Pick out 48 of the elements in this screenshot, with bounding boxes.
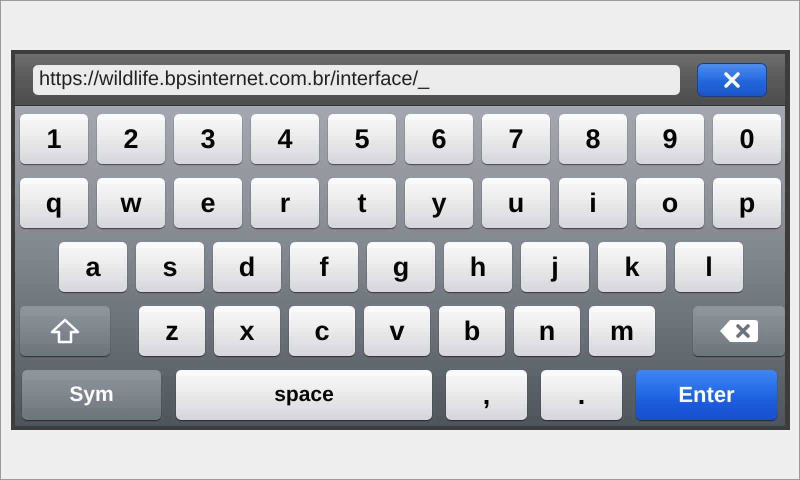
- key[interactable]: t: [328, 178, 396, 228]
- key[interactable]: j: [521, 242, 589, 292]
- key[interactable]: z: [139, 306, 205, 356]
- key[interactable]: 7: [482, 114, 550, 164]
- shift-icon: [50, 318, 80, 344]
- key[interactable]: y: [405, 178, 473, 228]
- key[interactable]: c: [289, 306, 355, 356]
- close-button[interactable]: [697, 62, 767, 96]
- key[interactable]: 1: [20, 114, 88, 164]
- key[interactable]: 6: [405, 114, 473, 164]
- key[interactable]: w: [97, 178, 165, 228]
- key[interactable]: h: [444, 242, 512, 292]
- key[interactable]: 5: [328, 114, 396, 164]
- key[interactable]: a: [59, 242, 127, 292]
- key[interactable]: b: [439, 306, 505, 356]
- key[interactable]: e: [174, 178, 242, 228]
- key[interactable]: 8: [559, 114, 627, 164]
- key[interactable]: g: [367, 242, 435, 292]
- key[interactable]: s: [136, 242, 204, 292]
- enter-key[interactable]: Enter: [636, 370, 777, 420]
- shift-key[interactable]: [20, 306, 110, 356]
- key[interactable]: r: [251, 178, 319, 228]
- key[interactable]: q: [20, 178, 88, 228]
- key[interactable]: 3: [174, 114, 242, 164]
- key[interactable]: p: [713, 178, 781, 228]
- backspace-icon: [719, 319, 759, 343]
- key[interactable]: 4: [251, 114, 319, 164]
- key[interactable]: f: [290, 242, 358, 292]
- key[interactable]: l: [675, 242, 743, 292]
- key[interactable]: x: [214, 306, 280, 356]
- key[interactable]: v: [364, 306, 430, 356]
- backspace-key[interactable]: [693, 306, 785, 356]
- key[interactable]: ,: [446, 370, 527, 420]
- key[interactable]: 2: [97, 114, 165, 164]
- key[interactable]: o: [636, 178, 704, 228]
- key[interactable]: n: [514, 306, 580, 356]
- key[interactable]: d: [213, 242, 281, 292]
- key[interactable]: i: [559, 178, 627, 228]
- key[interactable]: .: [541, 370, 622, 420]
- sym-key[interactable]: Sym: [22, 370, 161, 420]
- space-key[interactable]: space: [176, 370, 432, 420]
- close-icon: [723, 70, 741, 88]
- key[interactable]: u: [482, 178, 550, 228]
- key[interactable]: 0: [713, 114, 781, 164]
- key[interactable]: 9: [636, 114, 704, 164]
- url-field[interactable]: https://wildlife.bpsinternet.com.br/interface/_: [33, 64, 680, 94]
- key[interactable]: k: [598, 242, 666, 292]
- key[interactable]: m: [589, 306, 655, 356]
